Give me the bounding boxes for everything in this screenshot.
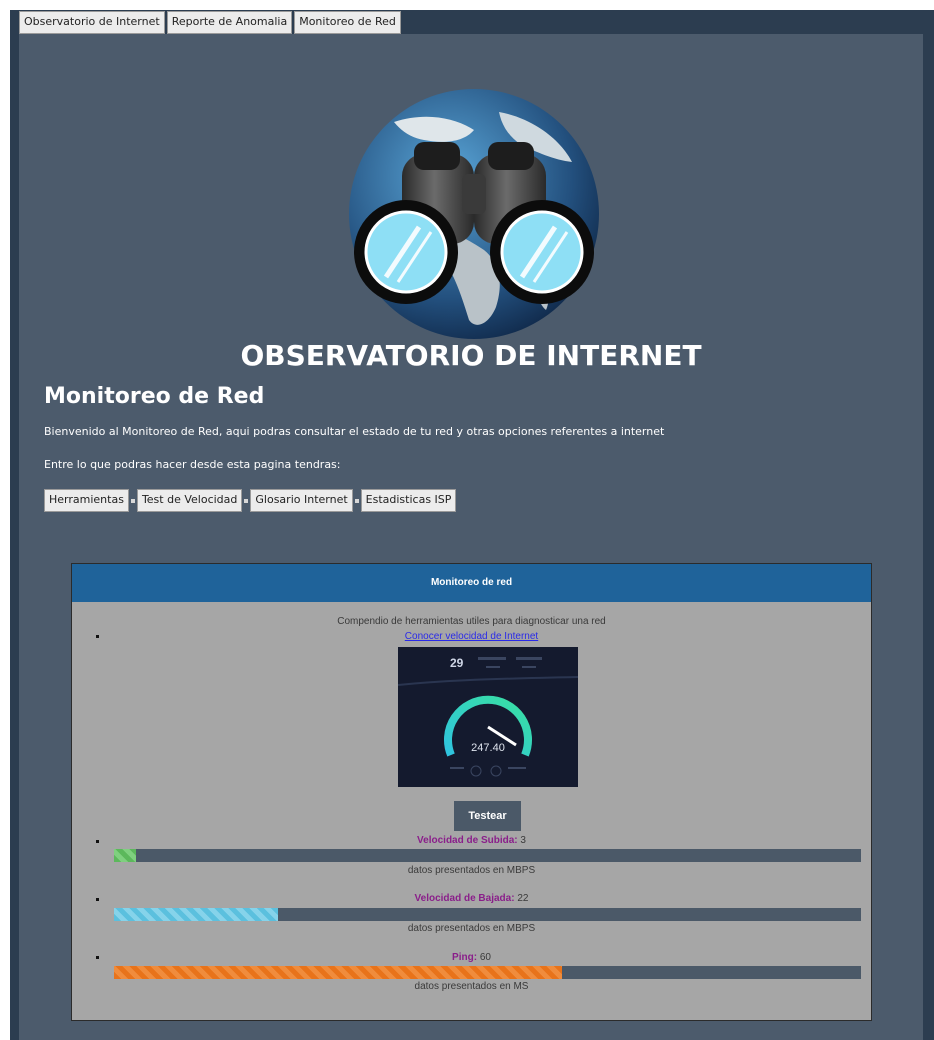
ping-unit: datos presentados en MS [414,981,529,992]
speedtest-screenshot: 29 247.40 [397,647,579,787]
test-button[interactable]: Testear [454,801,521,831]
download-speed-unit: datos presentados en MBPS [407,923,536,934]
ping-bar [114,966,861,979]
nav-glosario-button[interactable]: Glosario Internet [250,489,353,512]
nav-separator [354,498,359,503]
download-speed-name: Velocidad de Bajada [414,893,512,904]
tab-observatorio[interactable]: Observatorio de Internet [19,11,165,34]
top-tab-bar: Observatorio de Internet Reporte de Anom… [19,11,403,34]
nav-herramientas-button[interactable]: Herramientas [44,489,129,512]
site-title: OBSERVATORIO DE INTERNET [240,339,702,372]
nav-estadisticas-isp-button[interactable]: Estadisticas ISP [360,489,457,512]
tab-monitoreo-red[interactable]: Monitoreo de Red [294,11,401,34]
intro-text: Bienvenido al Monitoreo de Red, aqui pod… [44,425,665,438]
binoculars-globe-logo [349,89,599,339]
download-speed-value: 22 [517,893,529,904]
intro-subtext: Entre lo que podras hacer desde esta pag… [44,458,341,471]
speed-reading: 247.40 [471,742,505,754]
panel-header: Monitoreo de red [72,564,871,602]
monitor-panel: Monitoreo de red Compendio de herramient… [71,563,872,1021]
ping-value: 60 [479,952,491,963]
upload-speed-label: Velocidad de Subida: 3 [417,835,526,846]
upload-speed-fill [114,849,137,862]
download-speed-fill [114,908,279,921]
svg-text:29: 29 [450,656,464,670]
speedometer-graphic: 29 247.40 [397,656,579,777]
tab-reporte-anomalia[interactable]: Reporte de Anomalia [166,11,293,34]
ping-name: Ping [452,952,474,963]
upload-speed-bar [114,849,861,862]
main-content: OBSERVATORIO DE INTERNET Monitoreo de Re… [19,34,923,1040]
upload-speed-name: Velocidad de Subida [417,835,515,846]
page-title: Monitoreo de Red [44,384,265,409]
download-speed-bar [114,908,861,921]
nav-separator [130,498,135,503]
upload-speed-value: 3 [520,835,526,846]
download-speed-label: Velocidad de Bajada: 22 [414,893,529,904]
nav-test-velocidad-button[interactable]: Test de Velocidad [136,489,243,512]
upload-speed-unit: datos presentados en MBPS [407,865,536,876]
panel-description: Compendio de herramientas utiles para di… [337,616,606,627]
ping-fill [114,966,563,979]
ping-label: Ping: 60 [452,952,491,963]
section-nav: Herramientas Test de Velocidad Glosario … [44,489,457,512]
speed-test-link[interactable]: Conocer velocidad de Internet [72,631,871,642]
nav-separator [244,498,249,503]
